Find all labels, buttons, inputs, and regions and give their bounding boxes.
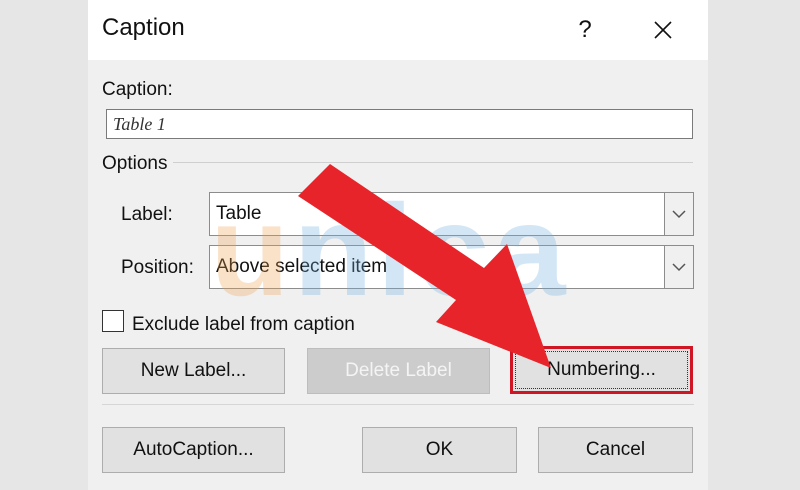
numbering-button[interactable]: Numbering... (510, 346, 693, 394)
right-background (708, 0, 800, 490)
footer-separator (102, 404, 694, 405)
label-dropdown-value: Table (216, 203, 262, 224)
ok-button[interactable]: OK (362, 427, 517, 473)
caption-dialog: Caption ? Caption: Options Label: Table … (88, 0, 708, 490)
cancel-button[interactable]: Cancel (538, 427, 693, 473)
help-icon[interactable]: ? (562, 8, 608, 52)
left-background (0, 0, 88, 490)
focus-rectangle (515, 351, 688, 389)
title-bar: Caption ? (88, 0, 708, 60)
autocaption-button[interactable]: AutoCaption... (102, 427, 285, 473)
chevron-down-icon[interactable] (664, 246, 693, 288)
new-label-button[interactable]: New Label... (102, 348, 285, 394)
ok-button-text: OK (425, 439, 454, 460)
autocaption-button-text: AutoCaption... (133, 439, 254, 460)
exclude-label-checkbox[interactable] (102, 310, 124, 332)
delete-label-button-text: Delete Label (345, 360, 452, 381)
position-field-label: Position: (121, 257, 194, 278)
dialog-title: Caption (102, 14, 185, 41)
new-label-button-text: New Label... (140, 360, 247, 381)
position-dropdown[interactable]: Above selected item (209, 245, 694, 289)
label-field-label: Label: (121, 204, 173, 225)
options-heading: Options (102, 153, 168, 174)
close-icon[interactable] (640, 8, 686, 52)
chevron-down-icon[interactable] (664, 193, 693, 235)
cancel-button-text: Cancel (585, 439, 646, 460)
delete-label-button[interactable]: Delete Label (307, 348, 490, 394)
exclude-label-text: Exclude label from caption (132, 314, 355, 335)
close-x-icon (654, 21, 672, 39)
caption-label: Caption: (102, 79, 173, 100)
caption-input[interactable] (106, 109, 693, 139)
options-divider (173, 162, 693, 163)
label-dropdown[interactable]: Table (209, 192, 694, 236)
position-dropdown-value: Above selected item (216, 256, 388, 277)
